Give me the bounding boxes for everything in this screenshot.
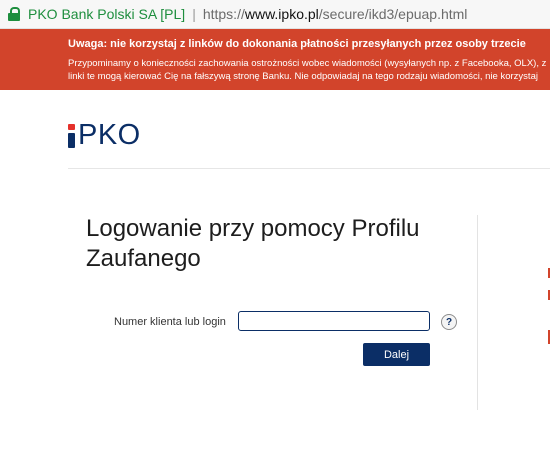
ipko-logo[interactable]: PKO xyxy=(68,112,141,151)
url-text[interactable]: https://www.ipko.pl/secure/ikd3/epuap.ht… xyxy=(203,6,468,22)
warning-banner: Uwaga: nie korzystaj z linków do dokonan… xyxy=(0,29,550,90)
site-identity[interactable]: PKO Bank Polski SA [PL] xyxy=(28,6,185,22)
next-button[interactable]: Dalej xyxy=(363,343,430,366)
logo-i-mark xyxy=(68,124,75,148)
address-bar[interactable]: PKO Bank Polski SA [PL] | https://www.ip… xyxy=(0,0,550,29)
url-scheme: https:// xyxy=(202,6,245,22)
header-divider xyxy=(68,168,550,169)
column-divider xyxy=(477,215,478,410)
url-host: www.ipko.pl xyxy=(244,6,319,22)
help-icon[interactable]: ? xyxy=(441,314,457,330)
login-label: Numer klienta lub login xyxy=(114,316,226,328)
logo-text: PKO xyxy=(78,119,141,151)
banner-text-line-1: Przypominamy o konieczności zachowania o… xyxy=(68,58,547,69)
login-input[interactable] xyxy=(238,311,430,331)
address-separator: | xyxy=(192,6,196,22)
banner-text-line-2: linki te mogą kierować Cię na fałszywą s… xyxy=(68,71,538,82)
lock-icon xyxy=(6,6,22,22)
url-path: /secure/ikd3/epuap.html xyxy=(318,6,468,22)
banner-headline: Uwaga: nie korzystaj z linków do dokonan… xyxy=(68,38,526,50)
page-title: Logowanie przy pomocy Profilu Zaufanego xyxy=(86,215,420,272)
